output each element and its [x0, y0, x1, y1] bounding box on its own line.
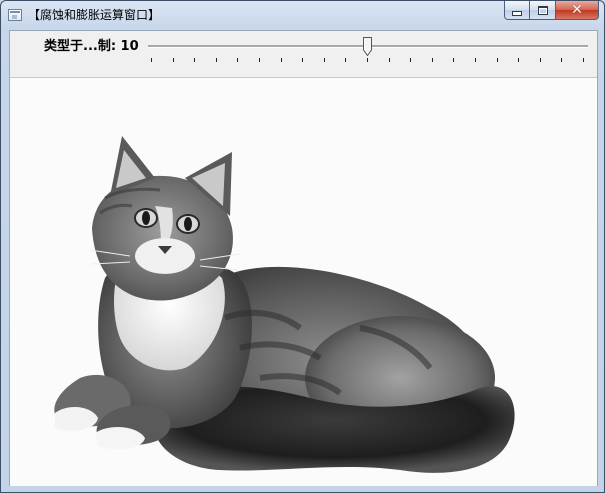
trackbar-tick — [518, 58, 519, 62]
trackbar-tick — [453, 58, 454, 62]
trackbar-tick — [583, 58, 584, 62]
trackbar-tick — [151, 58, 152, 62]
trackbar-label: 类型于...制: 10 — [44, 39, 139, 54]
cat-photo — [10, 78, 597, 486]
trackbar-thumb[interactable] — [363, 37, 372, 56]
trackbar-tick — [561, 58, 562, 62]
image-display — [10, 77, 597, 486]
trackbar-tick — [475, 58, 476, 62]
trackbar-tick — [367, 58, 368, 62]
trackbar-tick — [410, 58, 411, 62]
trackbar-tick — [389, 58, 390, 62]
trackbar-tick — [302, 58, 303, 62]
maximize-button[interactable] — [530, 1, 556, 20]
erode-dilate-window: 【腐蚀和膨胀运算窗口】 ✕ 类型于...制: 10 — [0, 0, 605, 493]
close-button[interactable]: ✕ — [556, 1, 599, 20]
minimize-button[interactable] — [504, 1, 530, 20]
trackbar-tick — [237, 58, 238, 62]
window-title: 【腐蚀和膨胀运算窗口】 — [28, 8, 161, 22]
trackbar-tick — [324, 58, 325, 62]
trackbar-tick — [259, 58, 260, 62]
trackbar-ticks — [151, 58, 584, 64]
trackbar-tick — [497, 58, 498, 62]
trackbar-tick — [216, 58, 217, 62]
close-icon: ✕ — [571, 2, 583, 18]
trackbar-tick — [432, 58, 433, 62]
client-area: 类型于...制: 10 — [9, 30, 598, 486]
trackbar-panel: 类型于...制: 10 — [10, 31, 597, 77]
trackbar-tick — [540, 58, 541, 62]
title-bar[interactable]: 【腐蚀和膨胀运算窗口】 ✕ — [1, 1, 604, 29]
app-window-icon — [8, 9, 22, 21]
maximize-icon — [537, 5, 548, 15]
caption-buttons: ✕ — [504, 1, 599, 21]
trackbar-tick — [173, 58, 174, 62]
trackbar-tick — [281, 58, 282, 62]
trackbar-tick — [194, 58, 195, 62]
minimize-icon — [512, 10, 522, 16]
trackbar-tick — [345, 58, 346, 62]
